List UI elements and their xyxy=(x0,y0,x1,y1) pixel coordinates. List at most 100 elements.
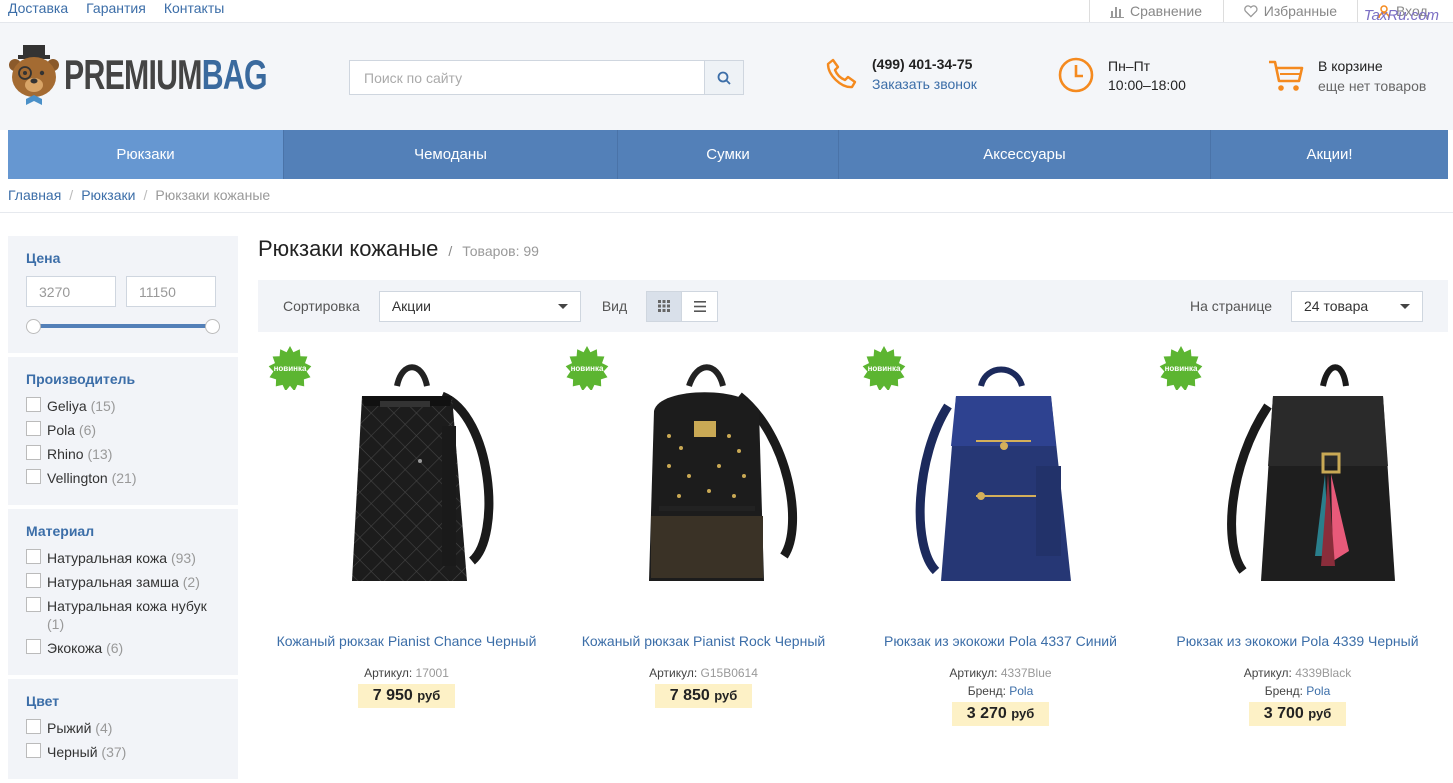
catalog-toolbar: Сортировка Акции Вид На странице 24 това… xyxy=(258,280,1448,332)
material-option[interactable]: Натуральная кожа нубук (1) xyxy=(26,597,220,633)
warranty-link[interactable]: Гарантия xyxy=(86,0,146,16)
title-separator: / xyxy=(448,243,453,259)
option-count: (1) xyxy=(47,616,65,632)
sort-select[interactable]: Акции xyxy=(378,290,581,322)
nav-item-suitcases[interactable]: Чемоданы xyxy=(284,130,618,179)
price-max-input[interactable] xyxy=(126,276,216,307)
header-divider xyxy=(0,212,1453,213)
option-label: Рыжий xyxy=(47,720,92,736)
cart-icon xyxy=(1269,60,1304,91)
search-button[interactable] xyxy=(704,60,744,95)
brand-link[interactable]: Pola xyxy=(1009,684,1033,698)
checkbox[interactable] xyxy=(26,743,41,758)
bear-logo-icon xyxy=(9,45,59,105)
sku-label: Артикул: xyxy=(1243,666,1292,680)
phone-number[interactable]: (499) 401-34-75 xyxy=(872,56,977,72)
new-badge-label: новинка xyxy=(273,363,307,373)
price-slider[interactable] xyxy=(26,317,220,335)
product-price: 7 950 руб xyxy=(357,684,456,708)
checkbox[interactable] xyxy=(26,597,41,612)
product-name-link[interactable]: Кожаный рюкзак Pianist Rock Черный xyxy=(555,633,852,649)
product-name-link[interactable]: Кожаный рюкзак Pianist Chance Черный xyxy=(258,633,555,649)
chevron-down-icon xyxy=(557,303,568,309)
checkbox[interactable] xyxy=(26,573,41,588)
color-option[interactable]: Рыжий (4) xyxy=(26,719,220,737)
new-badge-label: новинка xyxy=(570,363,604,373)
tassel-backpack-image xyxy=(1226,364,1395,581)
search-input[interactable] xyxy=(349,60,704,95)
breadcrumb-home[interactable]: Главная xyxy=(8,187,61,203)
price-min-input[interactable] xyxy=(26,276,116,307)
option-count: (2) xyxy=(182,574,200,590)
option-count: (6) xyxy=(106,640,124,656)
price-filter-title: Цена xyxy=(26,250,61,266)
brand-option[interactable]: Geliya (15) xyxy=(26,397,220,415)
page-title-row: Рюкзаки кожаные / Товаров: 99 xyxy=(258,236,1448,262)
sku-value: 4339Black xyxy=(1295,666,1352,680)
price-currency: руб xyxy=(1011,706,1035,721)
studded-backpack-image xyxy=(648,364,797,581)
grid-view-button[interactable] xyxy=(646,290,683,322)
color-option[interactable]: Черный (37) xyxy=(26,743,220,761)
nav-item-accessories[interactable]: Аксессуары xyxy=(839,130,1211,179)
sku-value: G15B0614 xyxy=(700,666,758,680)
brand-option[interactable]: Vellington (21) xyxy=(26,469,220,487)
material-filter-title: Материал xyxy=(26,523,95,539)
bar-chart-icon xyxy=(1110,6,1124,18)
logo[interactable]: PREMIUMBAG xyxy=(8,43,346,107)
checkbox[interactable] xyxy=(26,549,41,564)
cart-block[interactable]: В корзине еще нет товаров xyxy=(1268,58,1426,94)
product-card[interactable]: новинка Рюкзак из экокожи Pola 4339 Черн… xyxy=(1149,346,1446,726)
checkbox[interactable] xyxy=(26,397,41,412)
material-option[interactable]: Натуральная замша (2) xyxy=(26,573,220,591)
option-label: Черный xyxy=(47,744,98,760)
logo-text-bag: BAG xyxy=(201,51,268,98)
brand-filter-title: Производитель xyxy=(26,371,136,387)
checkbox[interactable] xyxy=(26,445,41,460)
sku-value: 17001 xyxy=(415,666,449,680)
price-slider-min-handle[interactable] xyxy=(26,319,41,334)
price-value: 7 850 xyxy=(669,687,710,704)
phone-icon xyxy=(826,58,857,89)
callback-link[interactable]: Заказать звонок xyxy=(872,76,977,92)
product-card[interactable]: новинка Кожаный рюкзак Pianist Chance Че… xyxy=(258,346,555,726)
breadcrumb-current: Рюкзаки кожаные xyxy=(155,187,271,203)
product-name-link[interactable]: Рюкзак из экокожи Pola 4337 Синий xyxy=(852,633,1149,649)
option-label: Натуральная замша xyxy=(47,574,179,590)
product-card[interactable]: новинка Кожаный рюкзак Pianist Rock Черн… xyxy=(555,346,852,726)
price-filter: Цена xyxy=(8,236,238,353)
new-badge-label: новинка xyxy=(867,363,901,373)
price-slider-max-handle[interactable] xyxy=(205,319,220,334)
list-view-button[interactable] xyxy=(682,290,719,322)
brand-link[interactable]: Pola xyxy=(1306,684,1330,698)
checkbox[interactable] xyxy=(26,639,41,654)
phone-block: (499) 401-34-75 Заказать звонок xyxy=(824,56,977,92)
delivery-link[interactable]: Доставка xyxy=(8,0,68,16)
logo-text-premium: PREMIUM xyxy=(64,51,202,98)
brand-option[interactable]: Pola (6) xyxy=(26,421,220,439)
main-nav: Рюкзаки Чемоданы Сумки Аксессуары Акции! xyxy=(8,130,1448,179)
product-card[interactable]: новинка Рюкзак из экокожи Pola 4337 Сини… xyxy=(852,346,1149,726)
contacts-link[interactable]: Контакты xyxy=(164,0,224,16)
color-filter: Цвет Рыжий (4) Черный (37) xyxy=(8,679,238,779)
checkbox[interactable] xyxy=(26,719,41,734)
product-name-link[interactable]: Рюкзак из экокожи Pola 4339 Черный xyxy=(1149,633,1446,649)
material-option[interactable]: Экокожа (6) xyxy=(26,639,220,657)
option-count: (37) xyxy=(101,744,127,760)
material-option[interactable]: Натуральная кожа (93) xyxy=(26,549,220,567)
breadcrumb-section[interactable]: Рюкзаки xyxy=(81,187,135,203)
option-label: Pola xyxy=(47,422,76,438)
nav-item-backpacks[interactable]: Рюкзаки xyxy=(8,130,284,179)
option-count: (93) xyxy=(170,550,196,566)
brand-option[interactable]: Rhino (13) xyxy=(26,445,220,463)
nav-item-promotions[interactable]: Акции! xyxy=(1211,130,1448,179)
sort-label: Сортировка xyxy=(283,298,360,314)
nav-item-bags[interactable]: Сумки xyxy=(618,130,839,179)
favorites-button[interactable]: Избранные xyxy=(1223,0,1357,22)
checkbox[interactable] xyxy=(26,469,41,484)
checkbox[interactable] xyxy=(26,421,41,436)
compare-button[interactable]: Сравнение xyxy=(1089,0,1223,22)
price-currency: руб xyxy=(417,688,441,703)
new-badge: новинка xyxy=(1159,346,1203,390)
per-page-select[interactable]: 24 товара xyxy=(1291,290,1423,322)
